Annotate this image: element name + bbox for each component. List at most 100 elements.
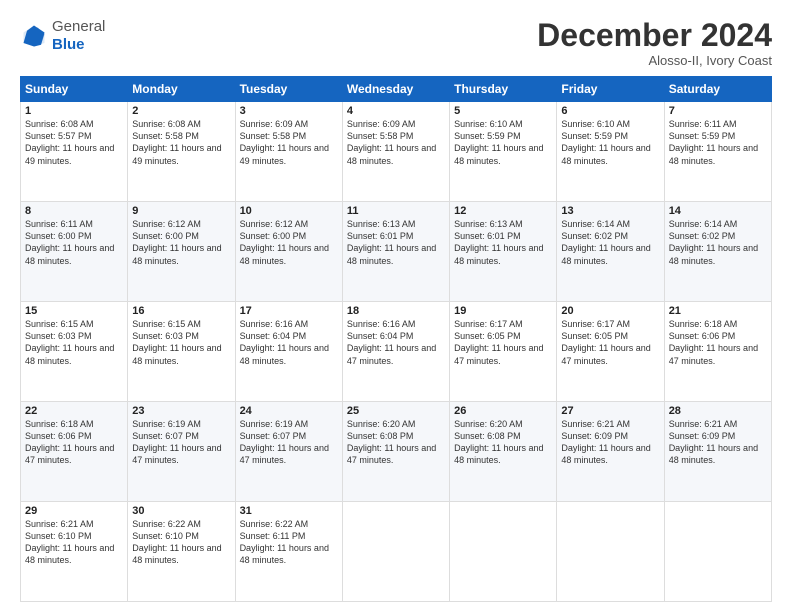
calendar-cell: 7Sunrise: 6:11 AMSunset: 5:59 PMDaylight… <box>664 102 771 202</box>
day-number: 27 <box>561 405 659 417</box>
cell-details: Sunrise: 6:12 AMSunset: 6:00 PMDaylight:… <box>240 218 338 267</box>
day-number: 23 <box>132 405 230 417</box>
day-of-week-header: Monday <box>128 77 235 102</box>
day-number: 19 <box>454 305 552 317</box>
calendar-cell: 26Sunrise: 6:20 AMSunset: 6:08 PMDayligh… <box>450 402 557 502</box>
cell-details: Sunrise: 6:12 AMSunset: 6:00 PMDaylight:… <box>132 218 230 267</box>
day-number: 31 <box>240 505 338 517</box>
day-number: 25 <box>347 405 445 417</box>
calendar-cell: 16Sunrise: 6:15 AMSunset: 6:03 PMDayligh… <box>128 302 235 402</box>
cell-details: Sunrise: 6:19 AMSunset: 6:07 PMDaylight:… <box>240 418 338 467</box>
cell-details: Sunrise: 6:22 AMSunset: 6:11 PMDaylight:… <box>240 518 338 567</box>
logo-general: General <box>52 18 105 35</box>
calendar-cell: 24Sunrise: 6:19 AMSunset: 6:07 PMDayligh… <box>235 402 342 502</box>
day-number: 28 <box>669 405 767 417</box>
calendar-week-row: 29Sunrise: 6:21 AMSunset: 6:10 PMDayligh… <box>21 502 772 602</box>
calendar-cell: 30Sunrise: 6:22 AMSunset: 6:10 PMDayligh… <box>128 502 235 602</box>
day-number: 13 <box>561 205 659 217</box>
cell-details: Sunrise: 6:20 AMSunset: 6:08 PMDaylight:… <box>347 418 445 467</box>
calendar-week-row: 22Sunrise: 6:18 AMSunset: 6:06 PMDayligh… <box>21 402 772 502</box>
cell-details: Sunrise: 6:17 AMSunset: 6:05 PMDaylight:… <box>561 318 659 367</box>
cell-details: Sunrise: 6:09 AMSunset: 5:58 PMDaylight:… <box>347 118 445 167</box>
calendar-cell: 19Sunrise: 6:17 AMSunset: 6:05 PMDayligh… <box>450 302 557 402</box>
day-number: 2 <box>132 105 230 117</box>
calendar-cell: 12Sunrise: 6:13 AMSunset: 6:01 PMDayligh… <box>450 202 557 302</box>
calendar-cell: 5Sunrise: 6:10 AMSunset: 5:59 PMDaylight… <box>450 102 557 202</box>
calendar-week-row: 1Sunrise: 6:08 AMSunset: 5:57 PMDaylight… <box>21 102 772 202</box>
month-title: December 2024 <box>537 18 772 53</box>
calendar-cell: 13Sunrise: 6:14 AMSunset: 6:02 PMDayligh… <box>557 202 664 302</box>
calendar-cell <box>342 502 449 602</box>
calendar-cell <box>664 502 771 602</box>
day-number: 9 <box>132 205 230 217</box>
calendar-table: SundayMondayTuesdayWednesdayThursdayFrid… <box>20 76 772 602</box>
day-number: 8 <box>25 205 123 217</box>
calendar-cell: 25Sunrise: 6:20 AMSunset: 6:08 PMDayligh… <box>342 402 449 502</box>
day-number: 12 <box>454 205 552 217</box>
day-number: 21 <box>669 305 767 317</box>
day-of-week-header: Thursday <box>450 77 557 102</box>
logo-blue: Blue <box>52 36 85 53</box>
calendar-cell: 1Sunrise: 6:08 AMSunset: 5:57 PMDaylight… <box>21 102 128 202</box>
day-number: 15 <box>25 305 123 317</box>
calendar-cell: 10Sunrise: 6:12 AMSunset: 6:00 PMDayligh… <box>235 202 342 302</box>
cell-details: Sunrise: 6:19 AMSunset: 6:07 PMDaylight:… <box>132 418 230 467</box>
title-block: December 2024 Alosso-II, Ivory Coast <box>537 18 772 68</box>
day-number: 26 <box>454 405 552 417</box>
calendar-cell: 11Sunrise: 6:13 AMSunset: 6:01 PMDayligh… <box>342 202 449 302</box>
cell-details: Sunrise: 6:14 AMSunset: 6:02 PMDaylight:… <box>669 218 767 267</box>
calendar-week-row: 8Sunrise: 6:11 AMSunset: 6:00 PMDaylight… <box>21 202 772 302</box>
day-number: 14 <box>669 205 767 217</box>
cell-details: Sunrise: 6:10 AMSunset: 5:59 PMDaylight:… <box>561 118 659 167</box>
day-number: 30 <box>132 505 230 517</box>
calendar-cell: 4Sunrise: 6:09 AMSunset: 5:58 PMDaylight… <box>342 102 449 202</box>
calendar-cell: 2Sunrise: 6:08 AMSunset: 5:58 PMDaylight… <box>128 102 235 202</box>
cell-details: Sunrise: 6:14 AMSunset: 6:02 PMDaylight:… <box>561 218 659 267</box>
cell-details: Sunrise: 6:21 AMSunset: 6:09 PMDaylight:… <box>669 418 767 467</box>
cell-details: Sunrise: 6:16 AMSunset: 6:04 PMDaylight:… <box>347 318 445 367</box>
calendar-week-row: 15Sunrise: 6:15 AMSunset: 6:03 PMDayligh… <box>21 302 772 402</box>
calendar-cell: 15Sunrise: 6:15 AMSunset: 6:03 PMDayligh… <box>21 302 128 402</box>
day-number: 18 <box>347 305 445 317</box>
cell-details: Sunrise: 6:11 AMSunset: 5:59 PMDaylight:… <box>669 118 767 167</box>
logo-text: General Blue <box>52 18 105 54</box>
cell-details: Sunrise: 6:13 AMSunset: 6:01 PMDaylight:… <box>347 218 445 267</box>
calendar-cell: 17Sunrise: 6:16 AMSunset: 6:04 PMDayligh… <box>235 302 342 402</box>
calendar-cell: 28Sunrise: 6:21 AMSunset: 6:09 PMDayligh… <box>664 402 771 502</box>
cell-details: Sunrise: 6:15 AMSunset: 6:03 PMDaylight:… <box>25 318 123 367</box>
day-number: 29 <box>25 505 123 517</box>
cell-details: Sunrise: 6:08 AMSunset: 5:58 PMDaylight:… <box>132 118 230 167</box>
day-of-week-header: Saturday <box>664 77 771 102</box>
calendar-cell: 8Sunrise: 6:11 AMSunset: 6:00 PMDaylight… <box>21 202 128 302</box>
calendar-cell: 27Sunrise: 6:21 AMSunset: 6:09 PMDayligh… <box>557 402 664 502</box>
calendar-cell: 23Sunrise: 6:19 AMSunset: 6:07 PMDayligh… <box>128 402 235 502</box>
calendar-cell: 31Sunrise: 6:22 AMSunset: 6:11 PMDayligh… <box>235 502 342 602</box>
day-number: 1 <box>25 105 123 117</box>
day-number: 10 <box>240 205 338 217</box>
day-of-week-header: Friday <box>557 77 664 102</box>
cell-details: Sunrise: 6:10 AMSunset: 5:59 PMDaylight:… <box>454 118 552 167</box>
cell-details: Sunrise: 6:18 AMSunset: 6:06 PMDaylight:… <box>25 418 123 467</box>
day-number: 6 <box>561 105 659 117</box>
cell-details: Sunrise: 6:17 AMSunset: 6:05 PMDaylight:… <box>454 318 552 367</box>
cell-details: Sunrise: 6:21 AMSunset: 6:10 PMDaylight:… <box>25 518 123 567</box>
day-number: 7 <box>669 105 767 117</box>
day-number: 24 <box>240 405 338 417</box>
calendar-cell: 3Sunrise: 6:09 AMSunset: 5:58 PMDaylight… <box>235 102 342 202</box>
calendar-cell: 14Sunrise: 6:14 AMSunset: 6:02 PMDayligh… <box>664 202 771 302</box>
day-of-week-header: Wednesday <box>342 77 449 102</box>
day-number: 4 <box>347 105 445 117</box>
calendar-cell: 6Sunrise: 6:10 AMSunset: 5:59 PMDaylight… <box>557 102 664 202</box>
calendar-cell: 18Sunrise: 6:16 AMSunset: 6:04 PMDayligh… <box>342 302 449 402</box>
cell-details: Sunrise: 6:16 AMSunset: 6:04 PMDaylight:… <box>240 318 338 367</box>
cell-details: Sunrise: 6:09 AMSunset: 5:58 PMDaylight:… <box>240 118 338 167</box>
day-number: 11 <box>347 205 445 217</box>
cell-details: Sunrise: 6:20 AMSunset: 6:08 PMDaylight:… <box>454 418 552 467</box>
location: Alosso-II, Ivory Coast <box>537 53 772 68</box>
cell-details: Sunrise: 6:08 AMSunset: 5:57 PMDaylight:… <box>25 118 123 167</box>
cell-details: Sunrise: 6:13 AMSunset: 6:01 PMDaylight:… <box>454 218 552 267</box>
day-number: 16 <box>132 305 230 317</box>
calendar-cell: 29Sunrise: 6:21 AMSunset: 6:10 PMDayligh… <box>21 502 128 602</box>
cell-details: Sunrise: 6:15 AMSunset: 6:03 PMDaylight:… <box>132 318 230 367</box>
calendar-cell <box>557 502 664 602</box>
